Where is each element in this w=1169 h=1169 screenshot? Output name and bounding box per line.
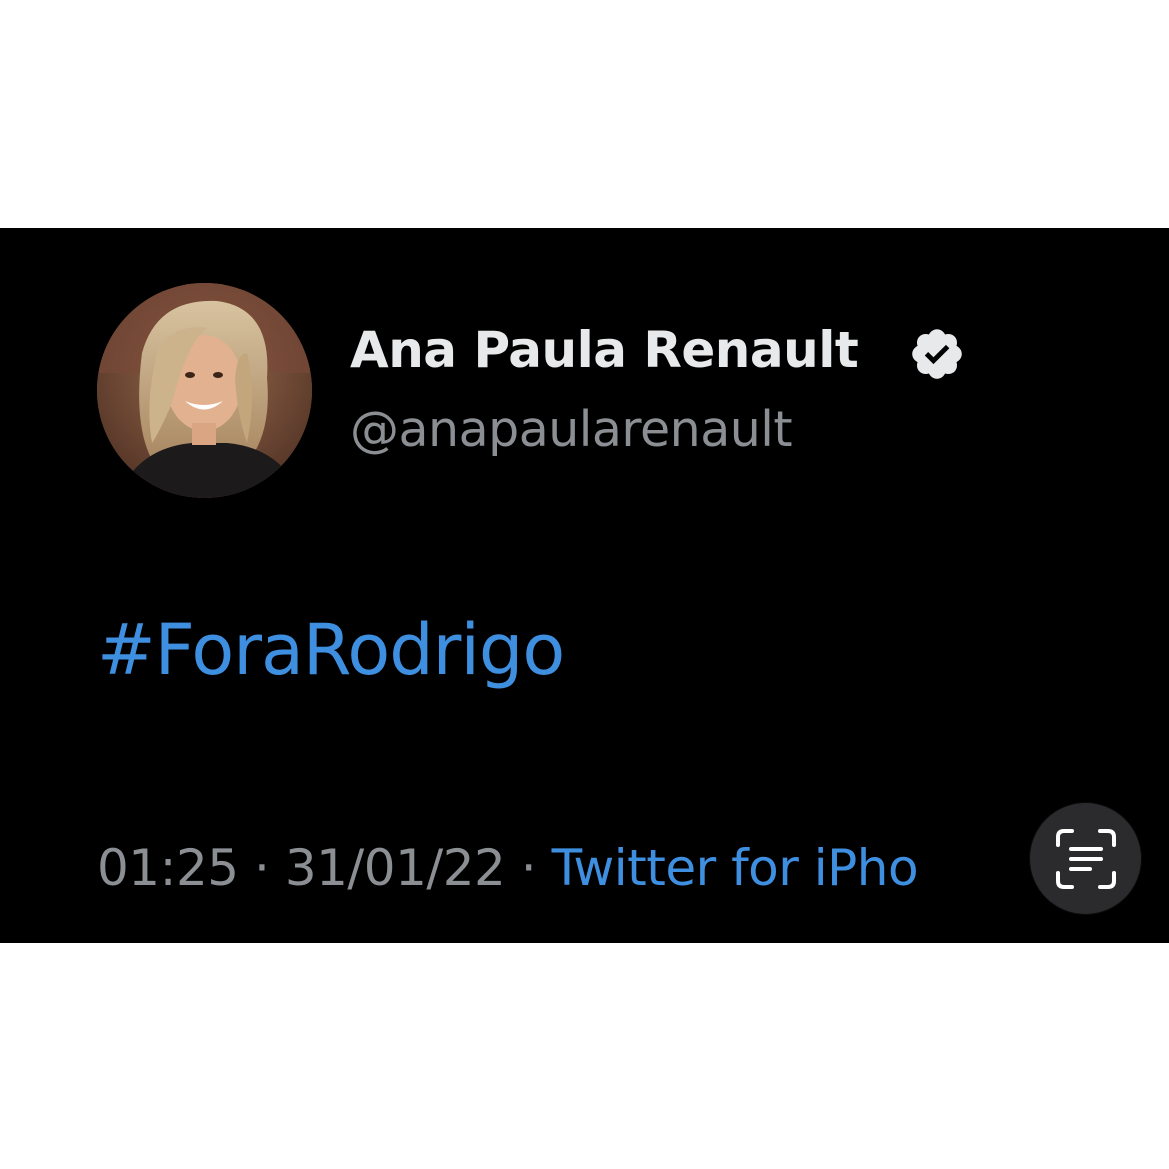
user-handle[interactable]: @anapaularenault: [350, 400, 793, 460]
live-text-scan-icon: [1055, 828, 1116, 889]
profile-photo-icon: [97, 283, 312, 498]
hashtag-link[interactable]: #ForaRodrigo: [97, 608, 565, 692]
tweet-source-link[interactable]: Twitter for iPho: [552, 839, 919, 897]
tweet-time[interactable]: 01:25: [97, 839, 239, 897]
tweet-meta: 01:25 · 31/01/22 · Twitter for iPho: [97, 838, 1037, 898]
tweet-card: Ana Paula Renault @anapaularenault #Fora…: [0, 228, 1169, 943]
display-name[interactable]: Ana Paula Renault: [350, 320, 859, 380]
tweet-date[interactable]: 31/01/22: [285, 839, 506, 897]
meta-separator: ·: [520, 839, 537, 897]
live-text-button[interactable]: [1030, 803, 1141, 914]
meta-separator: ·: [254, 839, 270, 897]
verified-badge-icon: [908, 325, 966, 383]
avatar[interactable]: [97, 283, 312, 498]
